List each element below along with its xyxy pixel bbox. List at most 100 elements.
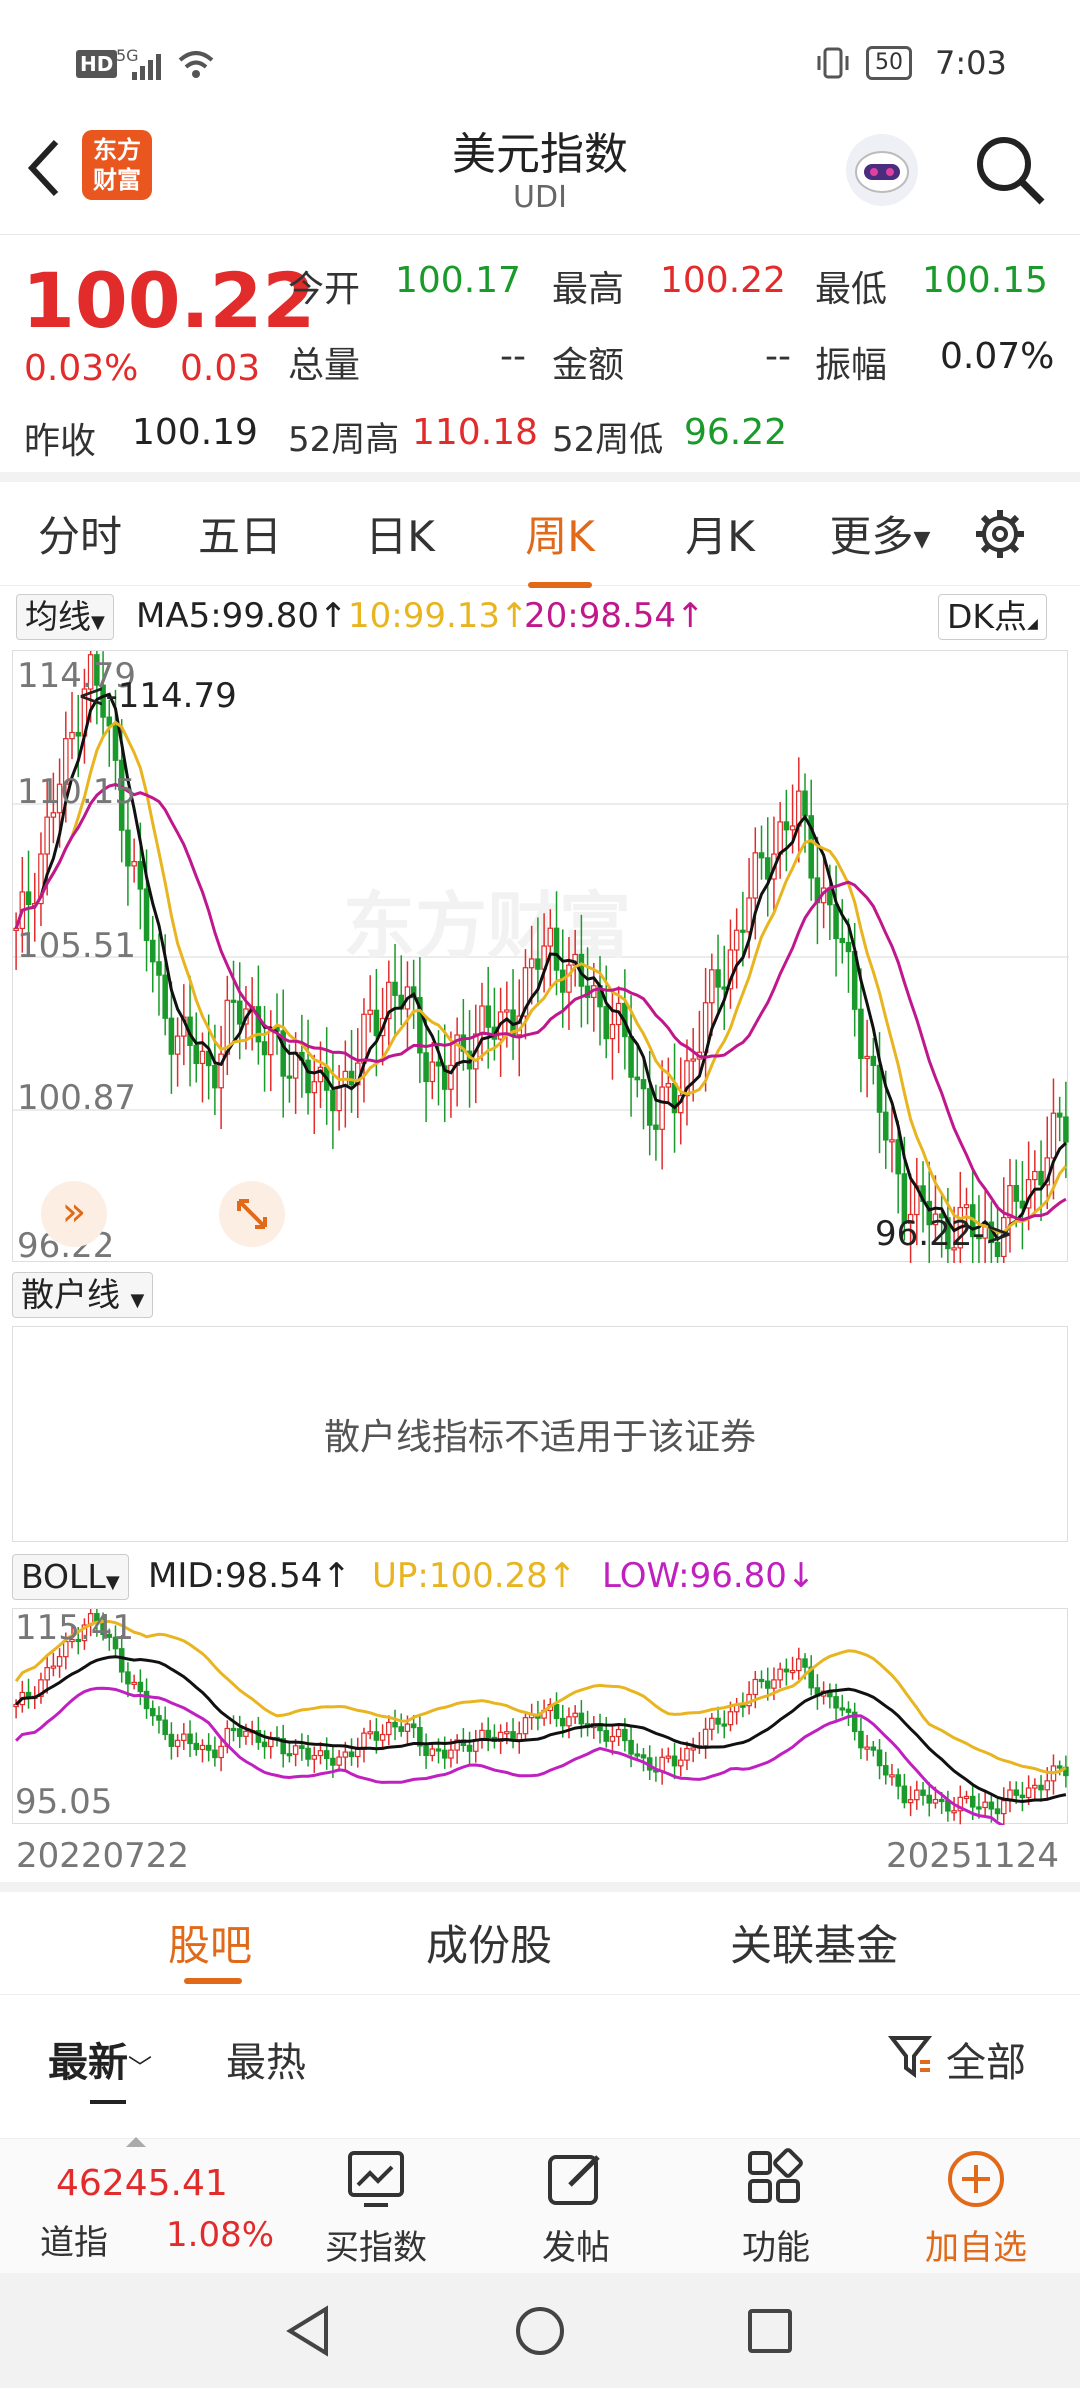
tab-constituents[interactable]: 成份股 <box>426 1912 552 1973</box>
candle-body <box>535 958 541 970</box>
candle-body <box>230 999 237 1003</box>
candle-body <box>243 1730 249 1737</box>
add-watchlist-label: 加自选 <box>925 2228 1027 2268</box>
post-button[interactable]: 发帖 <box>516 2147 636 2269</box>
tab-guba[interactable]: 股吧 <box>168 1912 252 1973</box>
kline-chart[interactable]: 东方财富 114.79 110.15 105.51 100.87 96.22 <… <box>12 650 1069 1263</box>
nav-recents-icon[interactable] <box>744 2303 796 2359</box>
up-arrow-icon: ↑ <box>547 1556 577 1596</box>
candle-body <box>684 1747 690 1761</box>
high-marker: <-114.79 <box>77 676 237 716</box>
tab-weekly-k[interactable]: 周K <box>480 503 640 588</box>
nav-home-icon[interactable] <box>512 2303 568 2359</box>
candle-body <box>354 1748 361 1758</box>
candle-body <box>752 1678 759 1696</box>
robot-assistant-icon[interactable] <box>840 128 924 212</box>
ma-selector-dropdown[interactable]: 均线▼ <box>16 594 114 640</box>
tab-monthly-k[interactable]: 月K <box>640 503 800 564</box>
ma-selector-label: 均线 <box>25 597 91 636</box>
sort-hot[interactable]: 最热 <box>226 2030 306 2088</box>
dow-index-name[interactable]: 道指 <box>40 2215 108 2264</box>
expand-sidebar-icon[interactable]: » <box>41 1181 107 1247</box>
boll-selector-dropdown[interactable]: BOLL▼ <box>12 1554 129 1600</box>
tab-daily-k[interactable]: 日K <box>320 503 480 564</box>
prev-close-label: 昨收 <box>24 421 97 462</box>
candle-body <box>969 1795 976 1808</box>
candle-body <box>640 1754 647 1759</box>
candle-body <box>112 725 119 761</box>
dk-point-button[interactable]: DK点◢ <box>938 594 1047 640</box>
candle-body <box>833 1696 839 1709</box>
retail-selector-dropdown[interactable]: 散户线 ▼ <box>12 1272 154 1318</box>
candle-body <box>137 860 144 890</box>
boll-chart[interactable]: 115.41 95.05 <box>12 1608 1069 1825</box>
boll-svg: 115.41 95.05 <box>13 1609 1069 1825</box>
candle-body <box>789 825 796 831</box>
candle-body <box>149 939 156 963</box>
sort-latest[interactable]: 最新﹀ <box>48 2030 152 2088</box>
ma-legend: 均线▼ MA5:99.80↑ 10:99.13↑ 20:98.54↑ DK点◢ <box>16 592 1066 644</box>
candle-body <box>709 1717 715 1730</box>
candle-body <box>348 1751 355 1758</box>
boll-low-text: LOW:96.80 <box>602 1556 787 1596</box>
fullscreen-icon[interactable] <box>219 1181 285 1247</box>
tab-five-day[interactable]: 五日 <box>160 503 320 564</box>
dow-index-value[interactable]: 46245.41 <box>56 2163 228 2204</box>
candle-body <box>690 1058 696 1062</box>
candle-body <box>423 1745 429 1757</box>
boll-up-text: UP:100.28 <box>372 1556 548 1596</box>
candle-body <box>149 1707 156 1717</box>
candle-body <box>398 1726 405 1732</box>
candle-body <box>168 1017 175 1055</box>
tab-more[interactable]: 更多▼ <box>800 503 960 564</box>
candle-body <box>361 1013 367 1064</box>
candle-body <box>566 964 572 993</box>
functions-button[interactable]: 功能 <box>716 2147 836 2269</box>
dow-index-change[interactable]: 1.08% <box>166 2215 274 2255</box>
candle-body <box>920 1789 926 1796</box>
filter-icon[interactable] <box>888 2032 934 2080</box>
boll-y-min: 95.05 <box>15 1782 112 1822</box>
candle-body <box>479 1005 485 1035</box>
volume-label: 总量 <box>288 345 361 386</box>
amount-value: -- <box>765 336 791 377</box>
candle-body <box>212 1749 218 1759</box>
nav-back-icon[interactable] <box>282 2303 334 2359</box>
candle-body <box>143 888 150 941</box>
filter-all[interactable]: 全部 <box>946 2030 1026 2088</box>
candle-body <box>926 1794 933 1804</box>
candle-body <box>174 1035 181 1055</box>
candle-body <box>1032 1170 1038 1181</box>
candle-body <box>1007 1185 1013 1219</box>
settings-gear-icon[interactable] <box>960 504 1040 564</box>
bmid-line <box>15 1655 1067 1804</box>
add-watchlist-button[interactable]: 加自选 <box>916 2147 1036 2269</box>
low-value: 100.15 <box>922 260 1048 301</box>
bup-line <box>14 1620 1067 1775</box>
corner-triangle-icon: ◢ <box>1027 616 1038 632</box>
ma5-text: MA5:99.80 <box>136 596 320 636</box>
community-tabs: 股吧 成份股 关联基金 <box>0 1890 1080 1995</box>
candle-body <box>125 1671 131 1685</box>
search-icon[interactable] <box>972 132 1048 208</box>
candle-body <box>715 969 721 988</box>
candle-body <box>336 1756 342 1766</box>
ma10-value: 10:99.13↑ <box>348 596 529 636</box>
candle-body <box>628 1739 634 1755</box>
candle-body <box>646 1088 653 1126</box>
candle-body <box>609 1023 616 1040</box>
candle-body <box>895 1139 901 1175</box>
buy-index-button[interactable]: 买指数 <box>316 2147 436 2269</box>
high-label: 最高 <box>552 269 625 310</box>
candle-body <box>982 1801 988 1809</box>
candle-body <box>410 1723 417 1729</box>
candle-body <box>181 1733 187 1741</box>
signal-icon <box>132 54 161 80</box>
candle-body <box>330 1089 336 1112</box>
candle-body <box>485 1729 491 1739</box>
low-marker: 96.22-> <box>875 1214 1013 1254</box>
candle-body <box>1001 1800 1007 1815</box>
tab-related-funds[interactable]: 关联基金 <box>730 1912 898 1973</box>
caret-up-icon <box>126 2137 146 2147</box>
tab-intraday[interactable]: 分时 <box>0 503 160 564</box>
